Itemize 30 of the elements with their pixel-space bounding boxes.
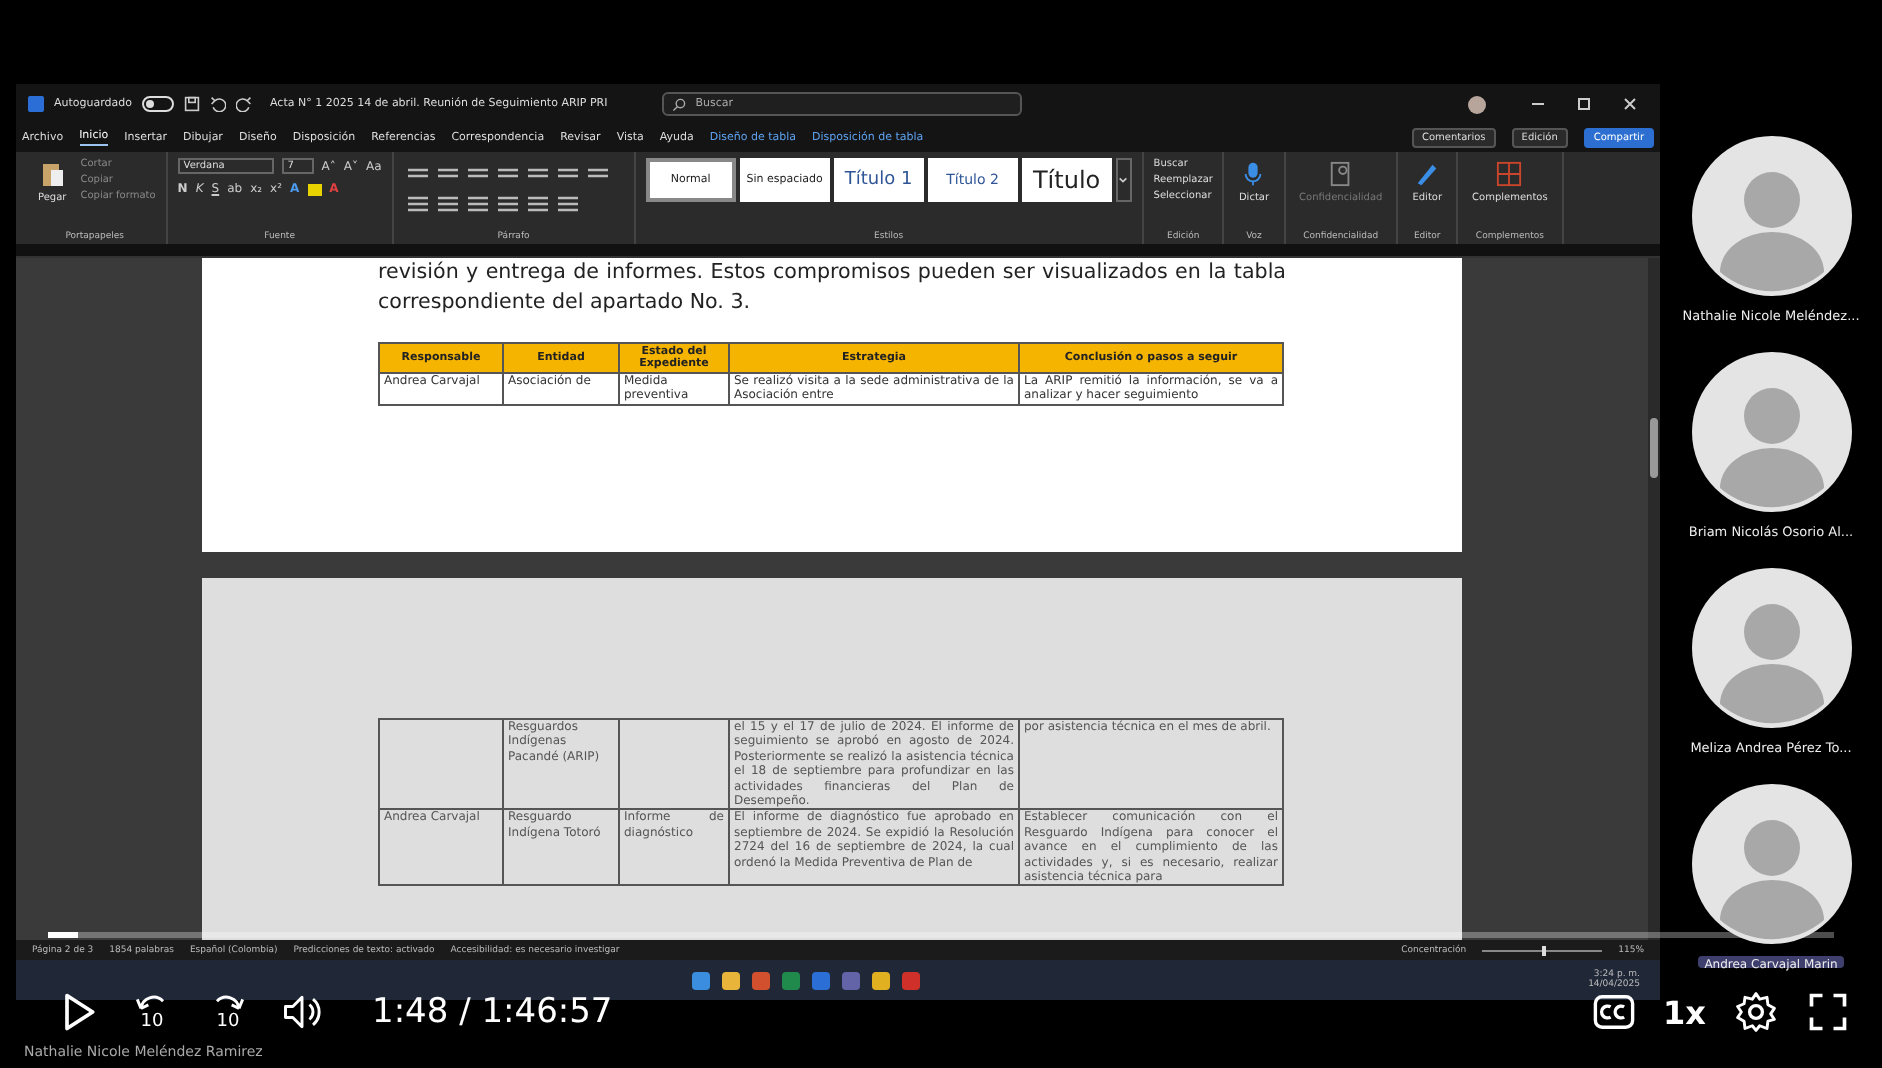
volume-icon[interactable] bbox=[280, 990, 324, 1034]
table-cell bbox=[379, 719, 503, 810]
captions-icon[interactable] bbox=[1591, 990, 1636, 1034]
save-icon[interactable] bbox=[184, 96, 200, 112]
autosave-toggle[interactable] bbox=[142, 96, 174, 112]
scrollbar[interactable] bbox=[1648, 258, 1660, 940]
document-icon bbox=[1327, 160, 1354, 188]
styles-more-icon[interactable] bbox=[1115, 158, 1132, 202]
search-icon bbox=[671, 97, 686, 111]
body-paragraph: revisión y entrega de informes. Estos compromisos pueden ser visualizados en la tabla correspondiente del apartado No. 3. bbox=[378, 258, 1286, 318]
clipboard-icon bbox=[39, 160, 66, 188]
word-logo-icon bbox=[28, 96, 44, 112]
undo-icon[interactable] bbox=[210, 96, 226, 112]
forward-button[interactable]: 10 bbox=[204, 992, 252, 1032]
table-cell bbox=[619, 719, 729, 810]
user-avatar-icon[interactable] bbox=[1468, 95, 1486, 113]
speed-button[interactable]: 1x bbox=[1663, 993, 1706, 1031]
rewind-button[interactable]: 10 bbox=[128, 992, 176, 1032]
settings-icon[interactable] bbox=[1734, 990, 1778, 1034]
redo-icon[interactable] bbox=[236, 96, 252, 112]
highlight-icon[interactable] bbox=[307, 183, 322, 195]
fullscreen-icon[interactable] bbox=[1806, 990, 1850, 1034]
progress-bar[interactable] bbox=[48, 932, 1834, 938]
start-icon[interactable] bbox=[692, 971, 711, 989]
pen-icon bbox=[1414, 160, 1441, 188]
microphone-icon bbox=[1240, 160, 1267, 188]
style-option[interactable]: Título 1 bbox=[833, 158, 924, 202]
grid-icon bbox=[1496, 160, 1523, 188]
playback-time: 1:48 / 1:46:57 bbox=[372, 992, 613, 1032]
style-option[interactable]: Título bbox=[1021, 158, 1112, 202]
